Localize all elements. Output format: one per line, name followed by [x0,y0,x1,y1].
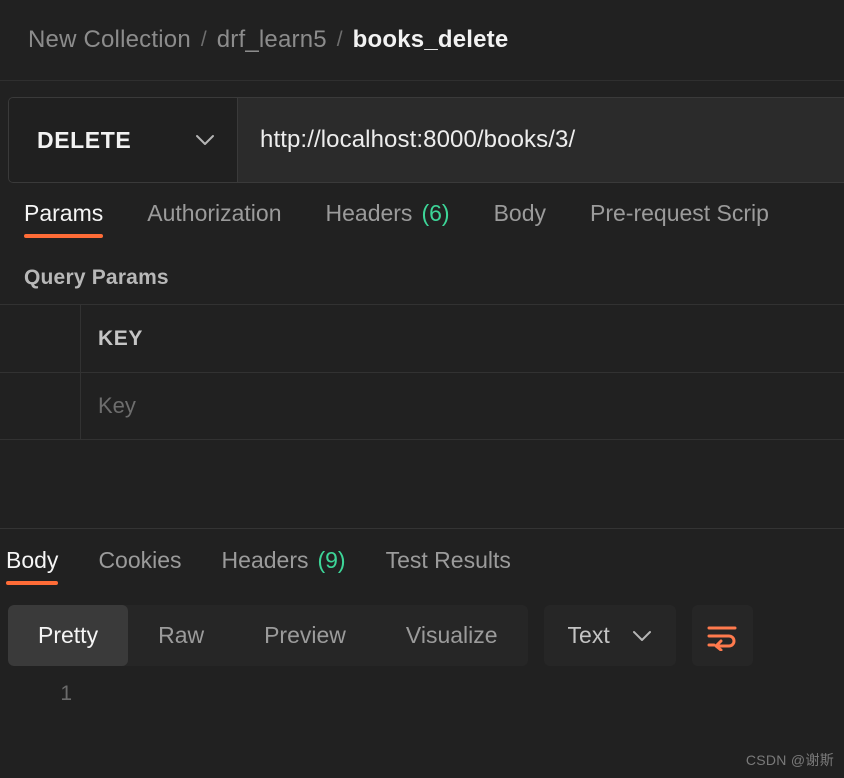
table-row: Key [0,373,844,440]
word-wrap-button[interactable] [691,605,753,666]
key-input-placeholder: Key [98,393,136,418]
breadcrumb-separator: / [336,28,343,51]
response-body-content [88,682,844,706]
tab-headers-label: Headers [325,199,413,226]
key-input[interactable]: Key [81,373,844,439]
chevron-down-icon [632,630,651,641]
select-all-checkbox-cell[interactable] [0,305,81,372]
breadcrumb-item-collection[interactable]: New Collection [28,26,191,54]
column-header-key: KEY [81,305,844,372]
row-checkbox-cell[interactable] [0,373,81,439]
line-number-gutter: 1 [0,682,88,706]
response-tab-body-label: Body [6,546,59,573]
response-tab-cookies-label: Cookies [98,546,182,573]
tab-pre-request-script-label: Pre-request Scrip [590,199,769,226]
request-tabs: Params Authorization Headers (6) Body Pr… [0,182,844,244]
table-header-row: KEY [0,305,844,373]
format-mode-visualize[interactable]: Visualize [376,605,528,666]
tab-headers[interactable]: Headers (6) [326,182,450,244]
tab-authorization[interactable]: Authorization [147,182,281,244]
breadcrumb-separator: / [200,28,207,51]
line-number: 1 [60,682,72,705]
tab-headers-count: (6) [421,199,450,226]
tab-body[interactable]: Body [494,182,546,244]
language-label: Text [567,622,610,648]
active-tab-underline [24,234,104,238]
chevron-down-icon [196,135,214,145]
url-value: http://localhost:8000/books/3/ [260,126,576,153]
response-tab-test-results[interactable]: Test Results [386,529,511,591]
query-params-table: KEY Key [0,304,844,440]
format-mode-pretty[interactable]: Pretty [8,605,129,666]
query-params-empty-space [0,440,844,528]
response-tab-cookies[interactable]: Cookies [98,529,181,591]
response-body-editor[interactable]: 1 [0,682,844,706]
request-url-bar: DELETE http://localhost:8000/books/3/ [8,97,844,183]
breadcrumb: New Collection / drf_learn5 / books_dele… [0,0,844,81]
query-params-title: Query Params [24,266,169,289]
response-tab-headers[interactable]: Headers (9) [222,529,346,591]
active-tab-underline [6,581,59,585]
format-mode-preview[interactable]: Preview [234,605,376,666]
format-mode-raw[interactable]: Raw [128,605,234,666]
postman-request-window: New Collection / drf_learn5 / books_dele… [0,0,844,778]
tab-authorization-label: Authorization [147,199,282,226]
response-format-toolbar: Pretty Raw Preview Visualize Text [0,591,844,666]
tab-params-label: Params [24,199,104,226]
tab-pre-request-script[interactable]: Pre-request Scrip [590,182,769,244]
response-tabs: Body Cookies Headers (9) Test Results [0,529,844,591]
response-tab-headers-label: Headers [221,546,309,573]
tab-params[interactable]: Params [24,182,104,244]
tab-body-label: Body [493,199,546,226]
word-wrap-icon [707,626,737,651]
column-header-key-label: KEY [98,326,143,350]
breadcrumb-item-folder[interactable]: drf_learn5 [217,26,327,54]
language-selector[interactable]: Text [543,605,676,666]
response-tab-body[interactable]: Body [6,529,59,591]
format-mode-group: Pretty Raw Preview Visualize [8,605,528,666]
method-selector[interactable]: DELETE [9,98,238,182]
watermark: CSDN @谢斯 [745,752,834,768]
response-tab-headers-count: (9) [317,546,346,573]
page-title: books_delete [352,26,509,53]
method-label: DELETE [37,126,132,153]
response-tab-test-results-label: Test Results [385,546,511,573]
url-input[interactable]: http://localhost:8000/books/3/ [238,98,844,182]
request-url-row: DELETE http://localhost:8000/books/3/ [0,81,844,183]
